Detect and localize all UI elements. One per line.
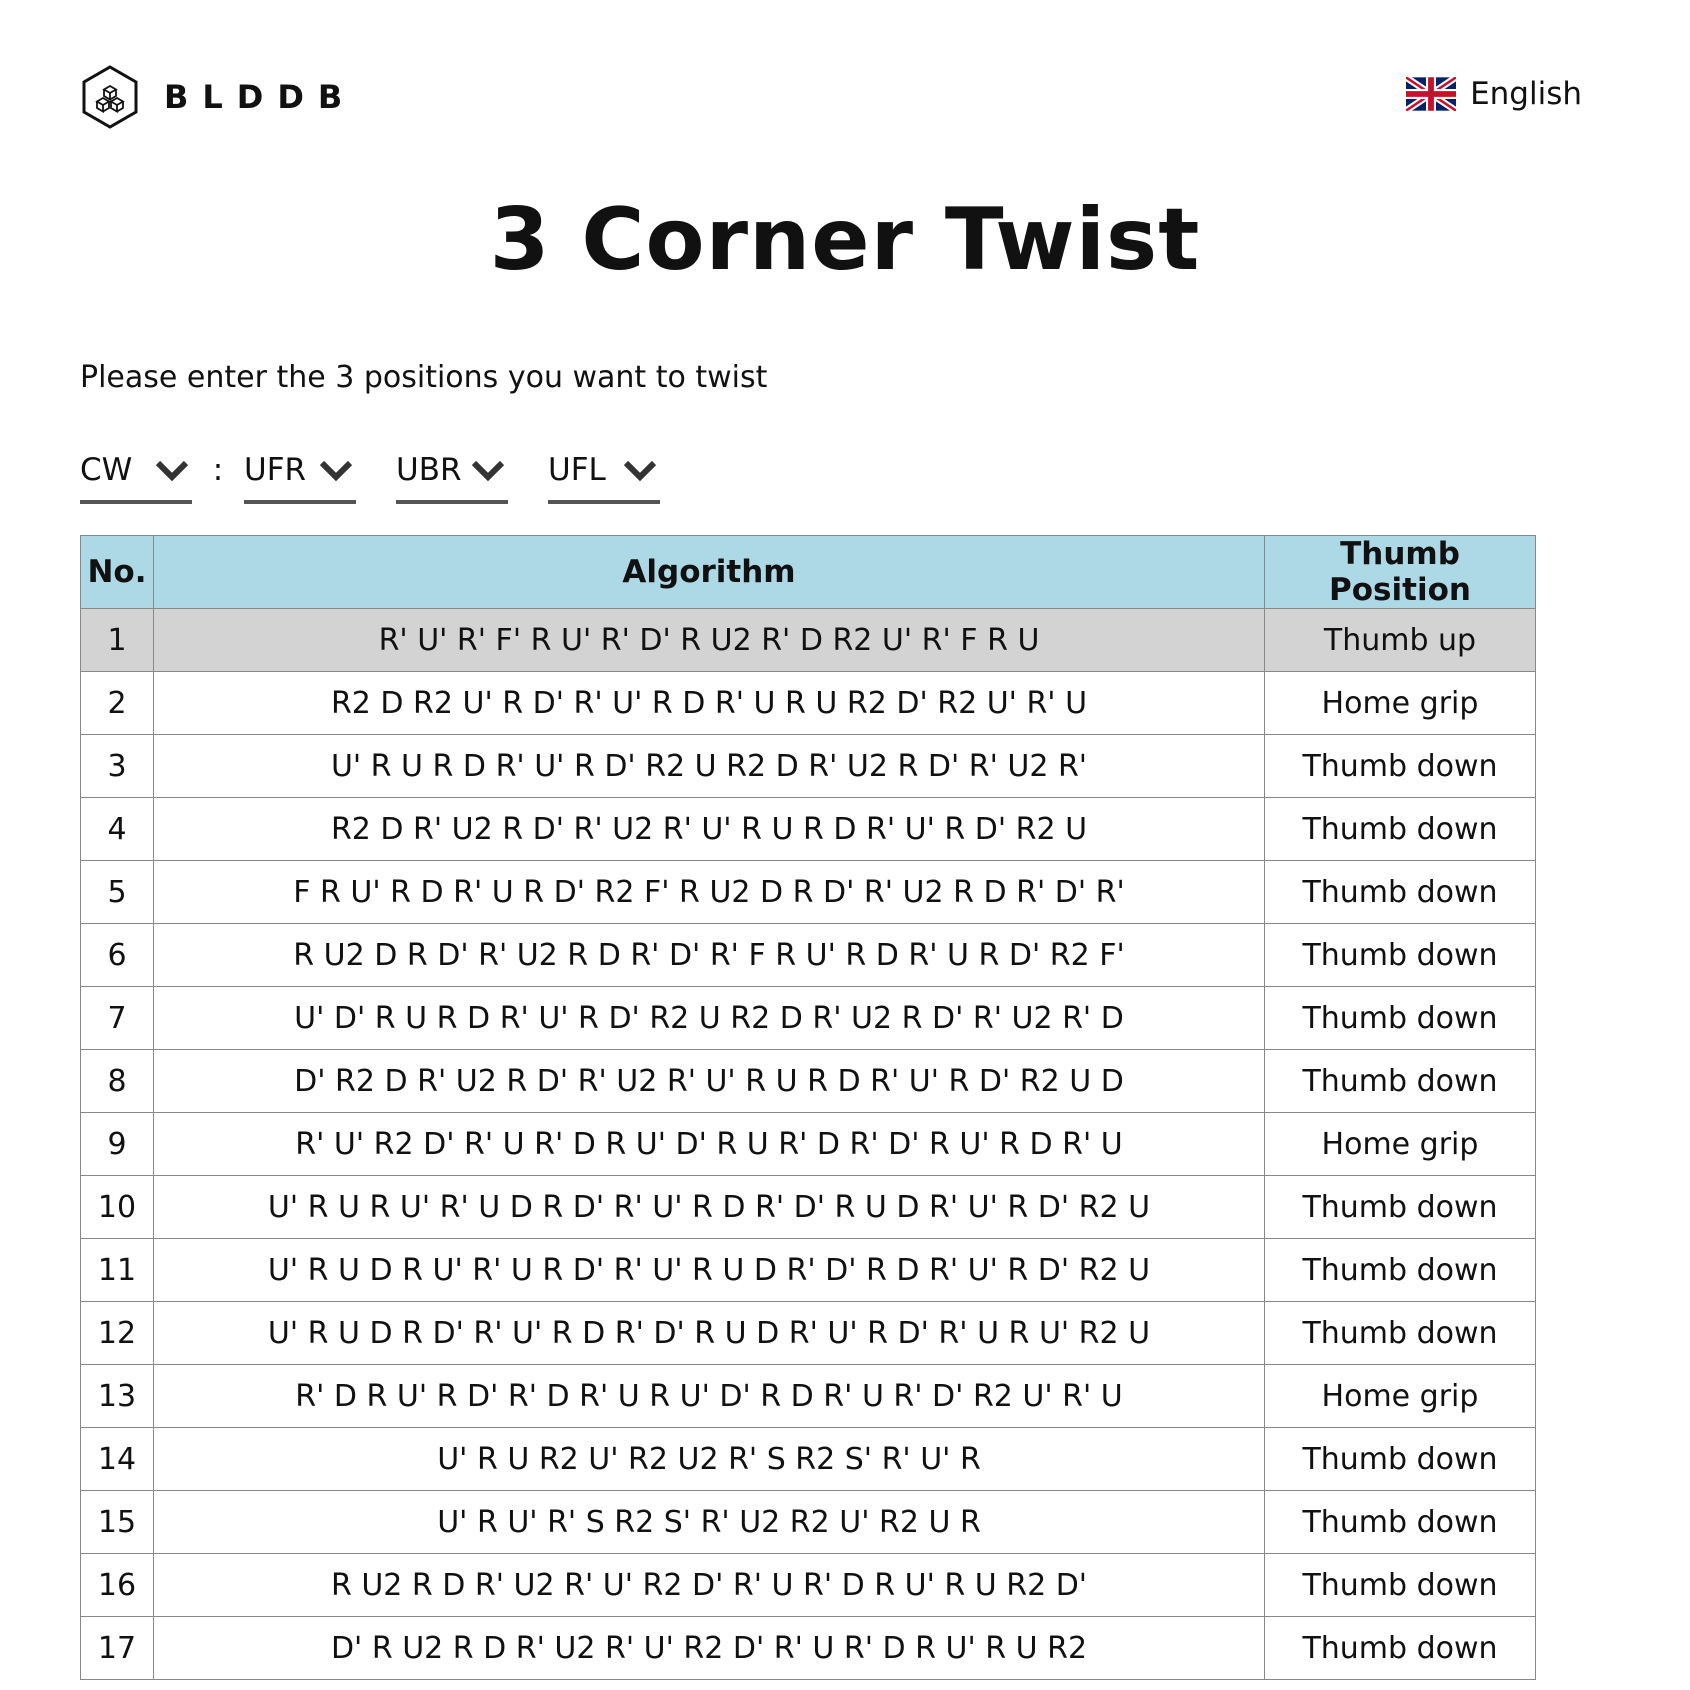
- row-number: 2: [80, 671, 154, 735]
- table-row[interactable]: 9 R' U' R2 D' R' U R' D R U' D' R U R' D …: [80, 1112, 1536, 1176]
- table-row[interactable]: 2 R2 D R2 U' R D' R' U' R D R' U R U R2 D…: [80, 671, 1536, 735]
- row-thumb-position: Thumb down: [1264, 734, 1536, 798]
- position-3-select[interactable]: UFL: [548, 448, 660, 504]
- header-algorithm: Algorithm: [153, 535, 1265, 609]
- row-algorithm: R' U' R2 D' R' U R' D R U' D' R U R' D R…: [153, 1112, 1265, 1176]
- row-thumb-position: Home grip: [1264, 1112, 1536, 1176]
- row-thumb-position: Thumb down: [1264, 1238, 1536, 1302]
- table-row[interactable]: 5F R U' R D R' U R D' R2 F' R U2 D R D' …: [80, 860, 1536, 924]
- table-row[interactable]: 4 R2 D R' U2 R D' R' U2 R' U' R U R D R' …: [80, 797, 1536, 861]
- table-row[interactable]: 16 R U2 R D R' U2 R' U' R2 D' R' U R' D R…: [80, 1553, 1536, 1617]
- table-row[interactable]: 11 U' R U D R U' R' U R D' R' U' R U D R'…: [80, 1238, 1536, 1302]
- row-number: 4: [80, 797, 154, 861]
- header-no: No.: [80, 535, 154, 609]
- row-algorithm: U' R U D R D' R' U' R D R' D' R U D R' U…: [153, 1301, 1265, 1365]
- row-algorithm: U' R U R2 U' R2 U2 R' S R2 S' R' U' R: [153, 1427, 1265, 1491]
- row-thumb-position: Home grip: [1264, 671, 1536, 735]
- table-row[interactable]: 10 U' R U R U' R' U D R D' R' U' R D R' D…: [80, 1175, 1536, 1239]
- row-number: 12: [80, 1301, 154, 1365]
- row-algorithm: F R U' R D R' U R D' R2 F' R U2 D R D' R…: [153, 860, 1265, 924]
- cube-hexagon-icon: [82, 65, 138, 129]
- page-title: 3 Corner Twist: [489, 190, 1201, 290]
- row-thumb-position: Thumb down: [1264, 1175, 1536, 1239]
- direction-select[interactable]: CW: [80, 448, 192, 504]
- row-thumb-position: Thumb down: [1264, 1490, 1536, 1554]
- row-thumb-position: Thumb down: [1264, 797, 1536, 861]
- row-number: 5: [80, 860, 154, 924]
- position-2-value: UBR: [396, 452, 462, 488]
- position-1-select[interactable]: UFR: [244, 448, 356, 504]
- row-thumb-position: Thumb down: [1264, 923, 1536, 987]
- header-thumb-position: Thumb Position: [1264, 535, 1536, 609]
- row-thumb-position: Thumb down: [1264, 1049, 1536, 1113]
- row-number: 1: [80, 608, 154, 672]
- row-number: 6: [80, 923, 154, 987]
- row-algorithm: U' R U R D R' U' R D' R2 U R2 D R' U2 R …: [153, 734, 1265, 798]
- table-row[interactable]: 1 R' U' R' F' R U' R' D' R U2 R' D R2 U' …: [80, 608, 1536, 672]
- language-label: English: [1470, 76, 1582, 112]
- position-1-value: UFR: [244, 452, 307, 488]
- row-algorithm: U' R U D R U' R' U R D' R' U' R U D R' D…: [153, 1238, 1265, 1302]
- row-number: 10: [80, 1175, 154, 1239]
- row-number: 9: [80, 1112, 154, 1176]
- direction-value: CW: [80, 452, 133, 488]
- algorithm-table: No. Algorithm Thumb Position 1 R' U' R' F…: [80, 535, 1536, 1680]
- row-algorithm: U' R U R U' R' U D R D' R' U' R D R' D' …: [153, 1175, 1265, 1239]
- instruction-text: Please enter the 3 positions you want to…: [80, 360, 768, 395]
- chevron-down-icon: [623, 460, 657, 482]
- logo[interactable]: BLDDB: [80, 64, 356, 130]
- row-number: 11: [80, 1238, 154, 1302]
- row-algorithm: U' D' R U R D R' U' R D' R2 U R2 D R' U2…: [153, 986, 1265, 1050]
- position-3-value: UFL: [548, 452, 606, 488]
- chevron-down-icon: [319, 460, 353, 482]
- table-row[interactable]: 8 D' R2 D R' U2 R D' R' U2 R' U' R U R D …: [80, 1049, 1536, 1113]
- row-algorithm: R2 D R2 U' R D' R' U' R D R' U R U R2 D'…: [153, 671, 1265, 735]
- row-algorithm: R2 D R' U2 R D' R' U2 R' U' R U R D R' U…: [153, 797, 1265, 861]
- row-number: 3: [80, 734, 154, 798]
- table-row[interactable]: 17 D' R U2 R D R' U2 R' U' R2 D' R' U R' …: [80, 1616, 1536, 1680]
- table-body: 1 R' U' R' F' R U' R' D' R U2 R' D R2 U' …: [80, 608, 1536, 1680]
- row-algorithm: R U2 R D R' U2 R' U' R2 D' R' U R' D R U…: [153, 1553, 1265, 1617]
- row-number: 8: [80, 1049, 154, 1113]
- row-algorithm: R U2 D R D' R' U2 R D R' D' R' F R U' R …: [153, 923, 1265, 987]
- table-row[interactable]: 7 U' D' R U R D R' U' R D' R2 U R2 D R' U…: [80, 986, 1536, 1050]
- row-number: 15: [80, 1490, 154, 1554]
- page: BLDDB English 3 Corner Twist Please ente…: [0, 0, 1690, 1690]
- row-algorithm: U' R U' R' S R2 S' R' U2 R2 U' R2 U R: [153, 1490, 1265, 1554]
- row-number: 13: [80, 1364, 154, 1428]
- table-row[interactable]: 14 U' R U R2 U' R2 U2 R' S R2 S' R' U' RT…: [80, 1427, 1536, 1491]
- position-selectors: CW : UFR UBR UFL: [80, 448, 660, 504]
- chevron-down-icon: [155, 460, 189, 482]
- row-number: 16: [80, 1553, 154, 1617]
- row-thumb-position: Thumb down: [1264, 1616, 1536, 1680]
- table-row[interactable]: 13 R' D R U' R D' R' D R' U R U' D' R D R…: [80, 1364, 1536, 1428]
- position-2-select[interactable]: UBR: [396, 448, 508, 504]
- row-algorithm: D' R2 D R' U2 R D' R' U2 R' U' R U R D R…: [153, 1049, 1265, 1113]
- table-row[interactable]: 15 U' R U' R' S R2 S' R' U2 R2 U' R2 U RT…: [80, 1490, 1536, 1554]
- row-thumb-position: Home grip: [1264, 1364, 1536, 1428]
- table-row[interactable]: 6R U2 D R D' R' U2 R D R' D' R' F R U' R…: [80, 923, 1536, 987]
- row-algorithm: R' D R U' R D' R' D R' U R U' D' R D R' …: [153, 1364, 1265, 1428]
- row-number: 17: [80, 1616, 154, 1680]
- row-algorithm: D' R U2 R D R' U2 R' U' R2 D' R' U R' D …: [153, 1616, 1265, 1680]
- row-thumb-position: Thumb down: [1264, 986, 1536, 1050]
- row-algorithm: R' U' R' F' R U' R' D' R U2 R' D R2 U' R…: [153, 608, 1265, 672]
- row-number: 7: [80, 986, 154, 1050]
- uk-flag-icon: [1406, 77, 1457, 111]
- row-thumb-position: Thumb down: [1264, 860, 1536, 924]
- row-thumb-position: Thumb down: [1264, 1427, 1536, 1491]
- logo-text: BLDDB: [164, 78, 357, 116]
- table-row[interactable]: 12 U' R U D R D' R' U' R D R' D' R U D R'…: [80, 1301, 1536, 1365]
- row-thumb-position: Thumb up: [1264, 608, 1536, 672]
- separator: :: [212, 452, 224, 488]
- row-thumb-position: Thumb down: [1264, 1553, 1536, 1617]
- table-header-row: No. Algorithm Thumb Position: [80, 535, 1536, 609]
- language-selector[interactable]: English: [1406, 76, 1582, 112]
- table-row[interactable]: 3 U' R U R D R' U' R D' R2 U R2 D R' U2 R…: [80, 734, 1536, 798]
- row-number: 14: [80, 1427, 154, 1491]
- row-thumb-position: Thumb down: [1264, 1301, 1536, 1365]
- chevron-down-icon: [471, 460, 505, 482]
